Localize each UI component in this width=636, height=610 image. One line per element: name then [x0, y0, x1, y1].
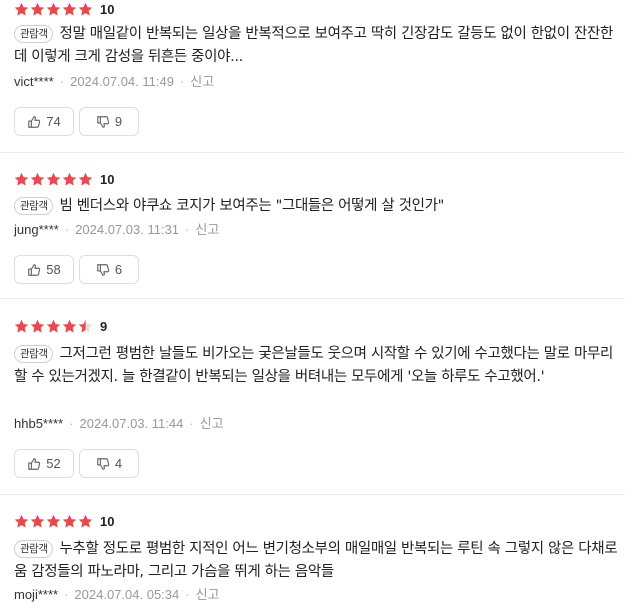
- report-link[interactable]: 신고: [195, 222, 219, 237]
- star-rating: [14, 2, 94, 17]
- star-icon: [14, 514, 29, 529]
- like-count: 52: [46, 456, 61, 471]
- vote-actions: 74 9: [14, 107, 144, 136]
- like-button[interactable]: 58: [14, 255, 74, 284]
- review-date: 2024.07.03. 11:31: [75, 222, 180, 237]
- star-icon: [46, 319, 61, 334]
- star-icon: [78, 172, 93, 187]
- report-link[interactable]: 신고: [196, 587, 220, 602]
- like-count: 74: [46, 114, 61, 129]
- star-icon: [14, 319, 29, 334]
- thumbs-up-icon: [28, 457, 41, 470]
- review-meta: vict**** · 2024.07.04. 11:49 · 신고: [14, 74, 215, 89]
- user-id[interactable]: jung****: [14, 222, 59, 237]
- review-content: 누추할 정도로 평범한 지적인 어느 변기청소부의 매일매일 반복되는 루틴 속…: [14, 541, 618, 580]
- thumbs-down-icon: [97, 457, 110, 470]
- star-icon: [30, 319, 45, 334]
- dislike-button[interactable]: 6: [79, 255, 139, 284]
- divider: [0, 152, 625, 153]
- review-date: 2024.07.03. 11:44: [79, 416, 184, 431]
- rating: 10: [14, 512, 114, 530]
- user-id[interactable]: hhb5****: [14, 416, 63, 431]
- viewer-badge: 관람객: [14, 540, 54, 558]
- star-icon: [78, 514, 93, 529]
- star-icon: [62, 319, 77, 334]
- star-icon: [14, 172, 29, 187]
- star-icon: [46, 2, 61, 17]
- star-icon: [30, 2, 45, 17]
- divider: [0, 494, 625, 495]
- thumbs-down-icon: [97, 263, 110, 276]
- star-icon: [78, 2, 93, 17]
- user-id[interactable]: vict****: [14, 74, 54, 89]
- rating-score: 10: [100, 171, 115, 187]
- star-icon: [78, 319, 93, 334]
- review-text: 관람객 빔 벤더스와 야쿠쇼 코지가 보여주는 "그대들은 어떻게 살 것인가": [14, 195, 624, 218]
- vote-actions: 58 6: [14, 255, 144, 284]
- report-link[interactable]: 신고: [200, 416, 224, 431]
- review-content: 그저그런 평범한 날들도 비가오는 궂은날들도 웃으며 시작할 수 있기에 수고…: [14, 346, 613, 385]
- star-icon: [46, 172, 61, 187]
- star-icon: [14, 2, 29, 17]
- viewer-badge: 관람객: [14, 197, 54, 215]
- star-rating: [14, 172, 94, 187]
- rating-score: 10: [100, 513, 115, 529]
- divider: [0, 298, 625, 299]
- star-rating: [14, 514, 94, 529]
- review-meta: moji**** · 2024.07.04. 05:34 · 신고: [14, 587, 220, 602]
- star-rating: [14, 319, 94, 334]
- review-text: 관람객 정말 매일같이 반복되는 일상을 반복적으로 보여주고 딱히 긴장감도 갈…: [14, 23, 624, 68]
- rating: 9: [14, 317, 107, 335]
- review-meta: jung**** · 2024.07.03. 11:31 · 신고: [14, 222, 220, 237]
- like-button[interactable]: 74: [14, 107, 74, 136]
- star-icon: [46, 514, 61, 529]
- dislike-count: 9: [114, 114, 123, 129]
- viewer-badge: 관람객: [14, 25, 54, 43]
- star-icon: [62, 2, 77, 17]
- review-text: 관람객 그저그런 평범한 날들도 비가오는 궂은날들도 웃으며 시작할 수 있기에…: [14, 343, 624, 388]
- review-date: 2024.07.04. 11:49: [70, 74, 174, 89]
- thumbs-up-icon: [28, 263, 41, 276]
- rating: 10: [14, 0, 114, 18]
- review-text: 관람객 누추할 정도로 평범한 지적인 어느 변기청소부의 매일매일 반복되는 루…: [14, 538, 624, 583]
- thumbs-down-icon: [97, 115, 110, 128]
- star-icon: [62, 514, 77, 529]
- star-icon: [62, 172, 77, 187]
- review-content: 정말 매일같이 반복되는 일상을 반복적으로 보여주고 딱히 긴장감도 갈등도 …: [14, 26, 613, 65]
- thumbs-up-icon: [28, 115, 41, 128]
- dislike-count: 4: [114, 456, 123, 471]
- rating-score: 10: [100, 1, 115, 17]
- report-link[interactable]: 신고: [190, 74, 214, 89]
- review-date: 2024.07.04. 05:34: [74, 587, 180, 602]
- star-icon: [30, 514, 45, 529]
- review-meta: hhb5**** · 2024.07.03. 11:44 · 신고: [14, 416, 224, 431]
- vote-actions: 52 4: [14, 449, 144, 478]
- dislike-count: 6: [114, 262, 123, 277]
- dislike-button[interactable]: 9: [79, 107, 139, 136]
- viewer-badge: 관람객: [14, 345, 54, 363]
- rating-score: 9: [100, 318, 108, 334]
- like-count: 58: [46, 262, 61, 277]
- dislike-button[interactable]: 4: [79, 449, 139, 478]
- star-icon: [30, 172, 45, 187]
- rating: 10: [14, 170, 114, 188]
- review-content: 빔 벤더스와 야쿠쇼 코지가 보여주는 "그대들은 어떻게 살 것인가": [59, 198, 444, 214]
- like-button[interactable]: 52: [14, 449, 74, 478]
- user-id[interactable]: moji****: [14, 587, 58, 602]
